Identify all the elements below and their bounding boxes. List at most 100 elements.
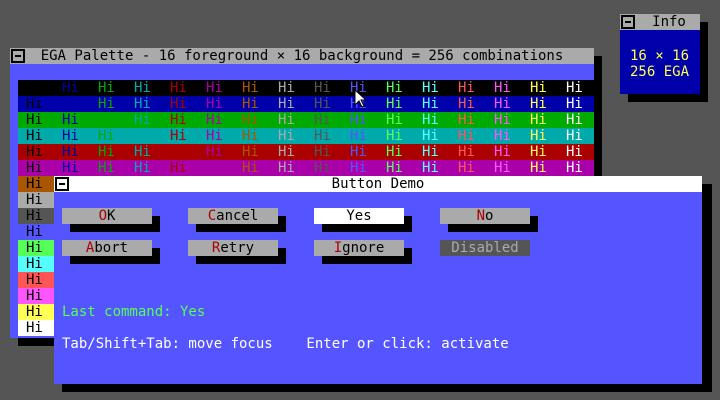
no-button[interactable]: No [440,208,530,224]
palette-cell: Hi [134,80,151,96]
palette-cell: Hi [98,80,115,96]
palette-row: HiHiHiHiHiHiHiHiHiHiHiHiHiHiHiHi [18,112,594,128]
palette-cell: Hi [422,112,439,128]
palette-cell: Hi [458,80,475,96]
palette-cell: Hi [566,128,583,144]
palette-cell: Hi [278,144,295,160]
palette-cell: Hi [530,128,547,144]
palette-cell: Hi [566,96,583,112]
last-command-text: Last command: Yes [62,304,206,320]
palette-cell: Hi [26,80,43,96]
palette-cell: Hi [458,96,475,112]
palette-cell: Hi [134,128,151,144]
info-title: Info [652,14,686,30]
palette-cell: Hi [26,160,43,176]
palette-cell: Hi [314,144,331,160]
palette-cell: Hi [26,224,43,240]
palette-cell: Hi [566,144,583,160]
palette-cell: Hi [314,160,331,176]
palette-cell: Hi [26,192,43,208]
yes-button[interactable]: Yes [314,208,404,224]
palette-cell: Hi [242,112,259,128]
palette-cell: Hi [170,80,187,96]
palette-cell: Hi [494,128,511,144]
palette-cell: Hi [314,80,331,96]
cancel-button[interactable]: Cancel [188,208,278,224]
palette-cell: Hi [458,112,475,128]
button-dialog: Button Demo OK Cancel Yes No Abort Retry Ignor… [54,176,702,384]
palette-cell: Hi [314,128,331,144]
palette-cell: Hi [422,96,439,112]
palette-cell: Hi [242,80,259,96]
palette-row: HiHiHiHiHiHiHiHiHiHiHiHiHiHiHiHi [18,160,594,176]
palette-cell: Hi [26,320,43,336]
palette-cell: Hi [530,112,547,128]
palette-cell: Hi [206,80,223,96]
palette-cell: Hi [530,80,547,96]
palette-cell: Hi [242,128,259,144]
button-area: OK Cancel Yes No Abort Retry Ignore Disabled [54,176,702,384]
palette-cell: Hi [26,304,43,320]
palette-cell: Hi [530,144,547,160]
palette-cell: Hi [98,96,115,112]
ignore-button[interactable]: Ignore [314,240,404,256]
palette-cell: Hi [62,128,79,144]
palette-cell: Hi [134,144,151,160]
palette-cell: Hi [206,96,223,112]
palette-cell: Hi [350,160,367,176]
info-titlebar[interactable]: Info [620,14,700,30]
palette-cell: Hi [530,96,547,112]
palette-row: HiHiHiHiHiHiHiHiHiHiHiHiHiHiHiHi [18,80,594,96]
palette-cell: Hi [62,96,79,112]
palette-cell: Hi [566,80,583,96]
palette-cell: Hi [170,96,187,112]
retry-button[interactable]: Retry [188,240,278,256]
palette-cell: Hi [494,144,511,160]
palette-cell: Hi [278,80,295,96]
palette-cell: Hi [62,80,79,96]
palette-cell: Hi [278,160,295,176]
close-icon[interactable] [621,15,635,29]
palette-cell: Hi [98,144,115,160]
palette-cell: Hi [422,144,439,160]
palette-cell: Hi [206,112,223,128]
info-line-2: 256 EGA [630,64,690,80]
palette-cell: Hi [494,80,511,96]
palette-titlebar[interactable]: EGA Palette - 16 foreground × 16 backgro… [10,48,594,64]
ok-button[interactable]: OK [62,208,152,224]
palette-cell: Hi [350,144,367,160]
palette-row: HiHiHiHiHiHiHiHiHiHiHiHiHiHiHiHi [18,128,594,144]
palette-cell: Hi [26,96,43,112]
palette-cell: Hi [26,288,43,304]
palette-cell: Hi [26,208,43,224]
palette-cell: Hi [134,96,151,112]
palette-cell: Hi [242,96,259,112]
palette-cell: Hi [98,128,115,144]
palette-cell: Hi [494,112,511,128]
palette-cell: Hi [314,96,331,112]
abort-button[interactable]: Abort [62,240,152,256]
palette-cell: Hi [26,272,43,288]
info-window: Info 16 × 16 256 EGA [620,14,700,94]
palette-cell: Hi [242,160,259,176]
palette-cell: Hi [206,144,223,160]
info-line-1: 16 × 16 [630,48,690,64]
help-text: Tab/Shift+Tab: move focus Enter or click… [62,336,509,352]
palette-title: EGA Palette - 16 foreground × 16 backgro… [40,48,564,64]
palette-cell: Hi [170,112,187,128]
palette-cell: Hi [26,256,43,272]
palette-cell: Hi [566,160,583,176]
palette-cell: Hi [350,112,367,128]
palette-cell: Hi [314,112,331,128]
palette-cell: Hi [386,112,403,128]
palette-row: HiHiHiHiHiHiHiHiHiHiHiHiHiHiHiHi [18,96,594,112]
palette-cell: Hi [458,160,475,176]
palette-cell: Hi [494,160,511,176]
palette-cell: Hi [134,112,151,128]
palette-cell: Hi [98,160,115,176]
disabled-button: Disabled [440,240,530,256]
palette-cell: Hi [278,128,295,144]
palette-cell: Hi [386,144,403,160]
palette-cell: Hi [350,128,367,144]
palette-cell: Hi [386,80,403,96]
